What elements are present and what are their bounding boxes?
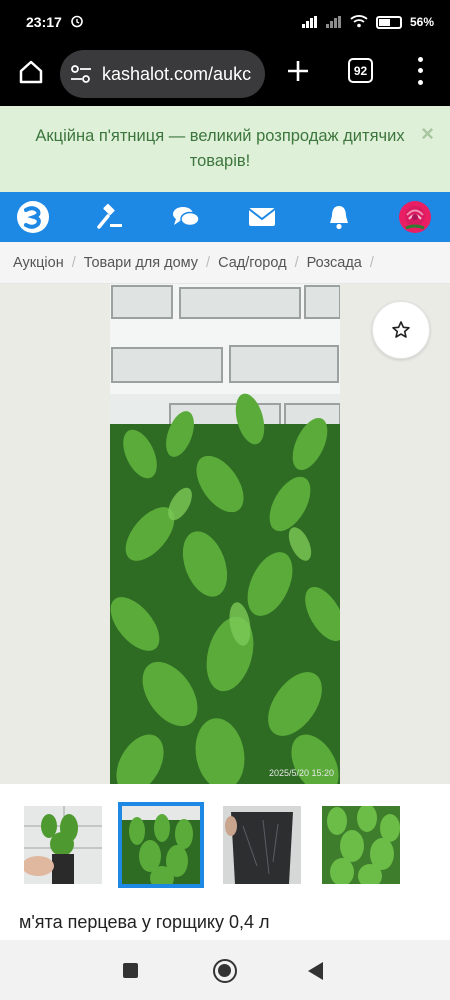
status-bar: 23:17 56% (0, 0, 450, 44)
logo-icon[interactable] (16, 200, 50, 234)
breadcrumb-item[interactable]: Розсада (307, 255, 362, 271)
thumbnail[interactable] (322, 806, 400, 884)
thumbnail[interactable] (24, 806, 102, 884)
breadcrumb-item[interactable]: Аукціон (13, 255, 64, 271)
product-gallery: 2025/5/20 15:20 (0, 284, 450, 784)
avatar-rose-icon[interactable] (398, 200, 432, 234)
thumbnail-active[interactable] (118, 802, 204, 888)
breadcrumb-item[interactable]: Товари для дому (84, 255, 198, 271)
alarm-icon (70, 14, 84, 31)
close-icon[interactable]: × (421, 121, 434, 146)
signal-icon (325, 16, 342, 28)
breadcrumb-separator: / (206, 254, 211, 271)
browser-toolbar: kashalot.com/aukc 92 (0, 44, 450, 106)
thumbnail[interactable] (223, 806, 301, 884)
auction-hammer-icon[interactable] (92, 200, 126, 234)
tab-count: 92 (353, 63, 368, 78)
status-time: 23:17 (26, 14, 62, 30)
home-icon[interactable] (16, 57, 46, 87)
battery-icon (375, 15, 402, 29)
breadcrumb-separator: / (71, 254, 76, 271)
menu-icon[interactable] (410, 54, 430, 88)
main-product-photo[interactable]: 2025/5/20 15:20 (110, 284, 340, 784)
chat-icon[interactable] (169, 200, 203, 234)
home-circle-icon[interactable] (213, 959, 237, 983)
mail-icon[interactable] (245, 200, 279, 234)
url-text: kashalot.com/aukc (102, 63, 252, 84)
photo-timestamp: 2025/5/20 15:20 (268, 768, 334, 778)
promo-text: Акційна п'ятниця — великий розпродаж дит… (35, 127, 405, 170)
site-settings-icon[interactable] (70, 64, 92, 84)
site-navbar (0, 192, 450, 242)
signal-icon (301, 16, 318, 28)
back-icon[interactable] (308, 962, 323, 980)
thumbnail-strip (0, 784, 450, 902)
breadcrumb: Аукціон / Товари для дому / Сад/город / … (0, 242, 450, 284)
bell-icon[interactable] (322, 200, 356, 234)
promo-banner: Акційна п'ятниця — великий розпродаж дит… (0, 106, 450, 192)
plus-icon (288, 61, 308, 81)
breadcrumb-item[interactable]: Сад/город (218, 255, 287, 271)
system-nav-bar (0, 940, 450, 1000)
address-bar[interactable]: kashalot.com/aukc (60, 50, 265, 98)
wifi-icon (350, 14, 368, 31)
recent-apps-icon[interactable] (123, 963, 138, 978)
star-icon (392, 321, 410, 338)
breadcrumb-separator: / (294, 254, 299, 271)
favorite-button[interactable] (372, 301, 430, 359)
tabs-icon[interactable]: 92 (348, 58, 373, 83)
product-title: м'ята перцева у горщику 0,4 л (19, 912, 270, 932)
new-tab-button[interactable] (283, 56, 313, 86)
battery-percent: 56% (409, 15, 434, 29)
breadcrumb-separator: / (369, 254, 374, 271)
